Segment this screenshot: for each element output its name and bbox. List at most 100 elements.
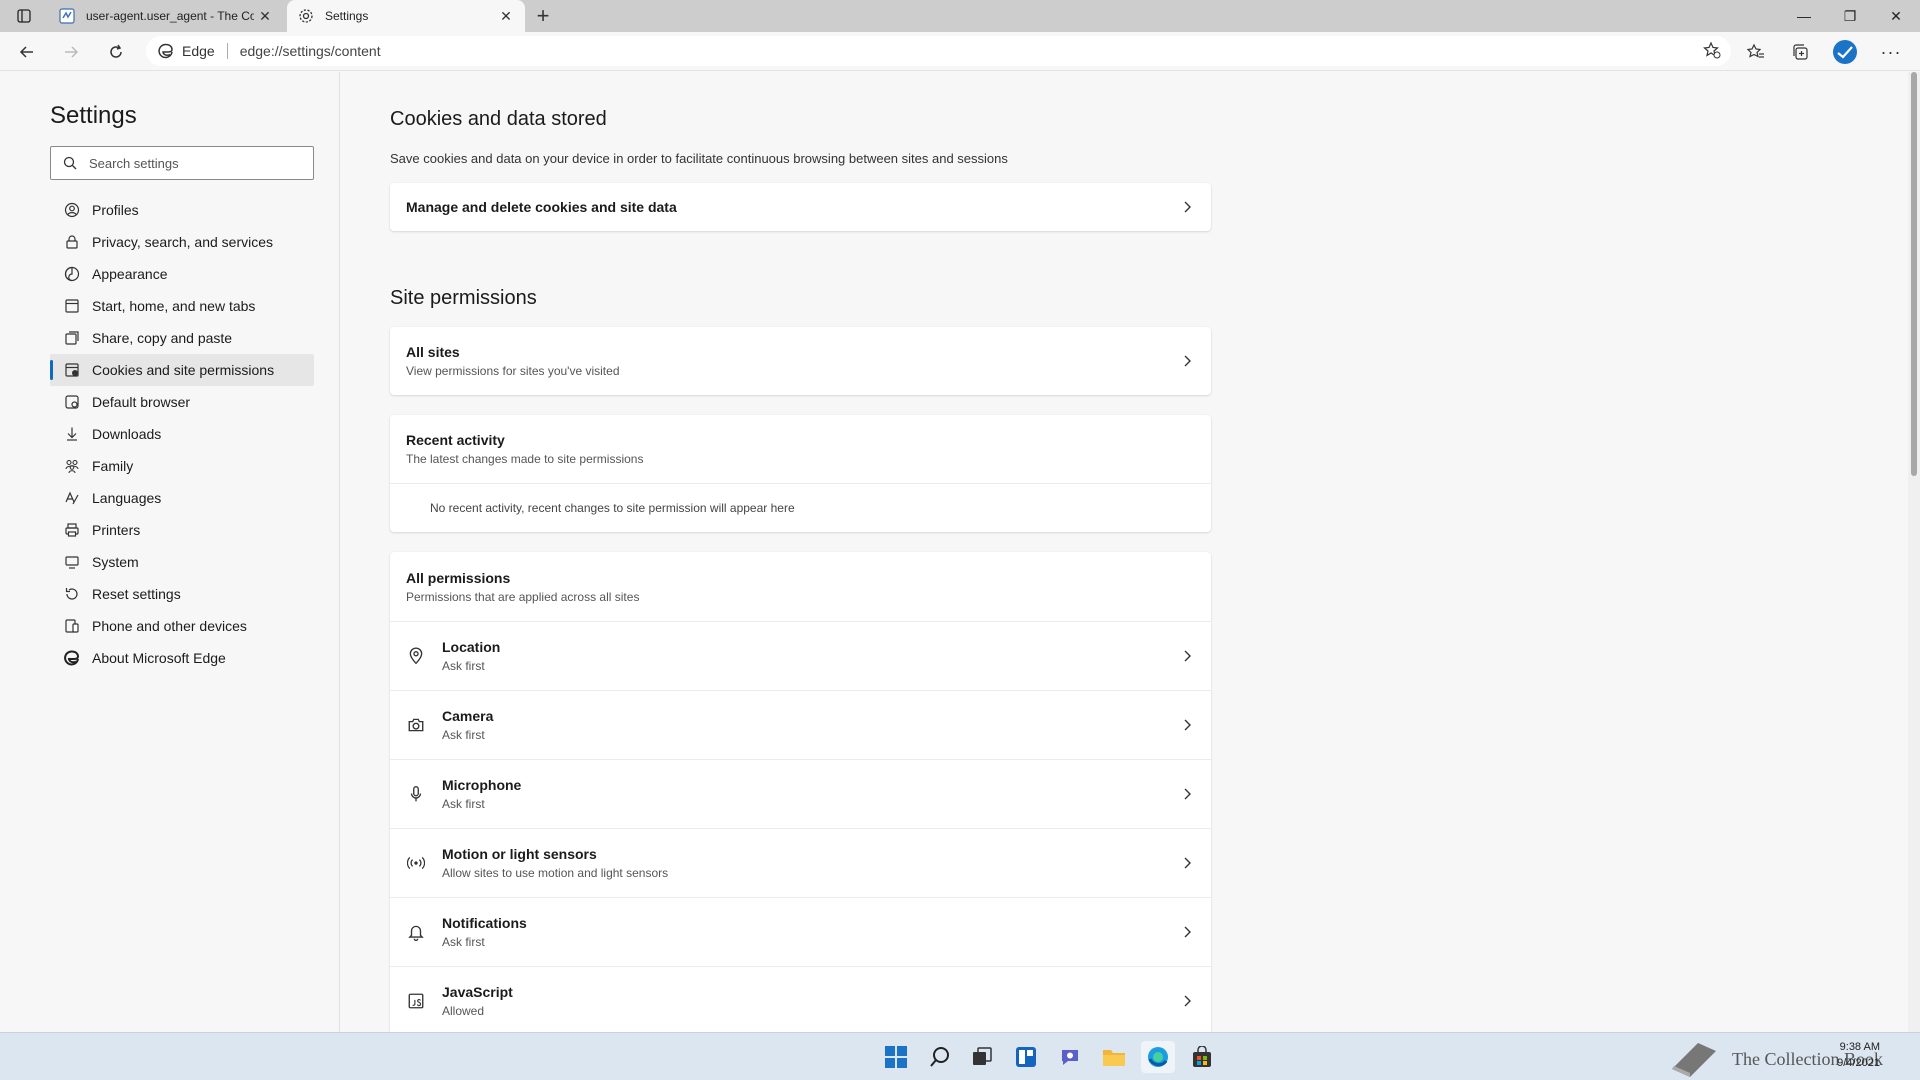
sidebar-item-downloads[interactable]: Downloads — [50, 418, 314, 450]
all-permissions-card: All permissions Permissions that are app… — [390, 552, 1211, 1032]
search-taskbar-button[interactable] — [923, 1041, 957, 1073]
camera-icon — [406, 715, 426, 735]
task-view-icon — [973, 1047, 992, 1065]
search-box[interactable] — [50, 146, 314, 180]
sidebar-item-printers[interactable]: Printers — [50, 514, 314, 546]
manage-cookies-row[interactable]: Manage and delete cookies and site data — [390, 183, 1211, 231]
recent-activity-empty-row: No recent activity, recent changes to si… — [390, 483, 1211, 532]
all-sites-card[interactable]: All sites View permissions for sites you… — [390, 327, 1211, 395]
tab-close-icon[interactable]: ✕ — [254, 5, 276, 27]
sidebar-item-appearance[interactable]: Appearance — [50, 258, 314, 290]
cookies-description: Save cookies and data on your device in … — [390, 151, 1008, 166]
permission-row-camera[interactable]: Camera Ask first — [390, 690, 1211, 759]
permission-title: Microphone — [442, 777, 522, 793]
chevron-right-icon — [1179, 199, 1195, 215]
permission-subtitle: Allow sites to use motion and light sens… — [442, 866, 669, 880]
edge-icon — [158, 43, 173, 59]
system-clock[interactable]: 9:38 AM 9/4/2021 — [1837, 1039, 1880, 1071]
tab-settings[interactable]: Settings ✕ — [287, 0, 525, 32]
manage-cookies-label: Manage and delete cookies and site data — [406, 199, 677, 215]
browser-icon — [62, 392, 82, 412]
folder-icon — [1103, 1050, 1125, 1066]
edge-icon — [62, 648, 82, 668]
all-sites-title: All sites — [406, 344, 460, 360]
share-icon — [62, 328, 82, 348]
tab-close-icon[interactable]: ✕ — [495, 5, 517, 27]
task-view-button[interactable] — [965, 1041, 999, 1073]
chevron-right-icon — [1179, 353, 1195, 369]
store-button[interactable] — [1185, 1041, 1219, 1073]
settings-sidebar: Settings Profiles Privacy, search, and se… — [0, 72, 340, 1032]
sidebar-item-phone-and-other-devices[interactable]: Phone and other devices — [50, 610, 314, 642]
system-icon — [62, 552, 82, 572]
permission-title: Camera — [442, 708, 494, 724]
minimize-button[interactable]: ― — [1781, 0, 1827, 32]
sidebar-item-privacy-search-and-services[interactable]: Privacy, search, and services — [50, 226, 314, 258]
permission-row-location[interactable]: Location Ask first — [390, 621, 1211, 690]
maximize-button[interactable]: ❐ — [1827, 0, 1873, 32]
permission-title: Location — [442, 639, 501, 655]
manage-cookies-card[interactable]: Manage and delete cookies and site data — [390, 183, 1211, 231]
gear-icon — [297, 7, 315, 25]
all-sites-row[interactable]: All sites View permissions for sites you… — [390, 327, 1211, 395]
edge-taskbar-button[interactable] — [1141, 1041, 1175, 1073]
sidebar-item-label: Share, copy and paste — [92, 330, 233, 346]
permission-row-notifications[interactable]: Notifications Ask first — [390, 897, 1211, 966]
sidebar-item-label: Appearance — [92, 266, 168, 282]
file-explorer-button[interactable] — [1097, 1041, 1131, 1073]
profile-button[interactable] — [1830, 38, 1860, 66]
recent-activity-card: Recent activity The latest changes made … — [390, 415, 1211, 532]
sidebar-item-label: Printers — [92, 522, 141, 538]
sidebar-item-label: Privacy, search, and services — [92, 234, 274, 250]
sidebar-item-system[interactable]: System — [50, 546, 314, 578]
sidebar-item-reset-settings[interactable]: Reset settings — [50, 578, 314, 610]
sidebar-item-start-home-and-new-tabs[interactable]: Start, home, and new tabs — [50, 290, 314, 322]
permission-row-microphone[interactable]: Microphone Ask first — [390, 759, 1211, 828]
add-favorite-button[interactable] — [1703, 41, 1721, 62]
tab-strip: user-agent.user_agent - The Coll ✕ Setti… — [0, 0, 1920, 32]
start-icon — [62, 296, 82, 316]
sidebar-item-default-browser[interactable]: Default browser — [50, 386, 314, 418]
favorites-button[interactable] — [1741, 38, 1771, 66]
tab-user-agent[interactable]: user-agent.user_agent - The Coll ✕ — [46, 0, 284, 32]
search-input[interactable] — [89, 155, 289, 171]
taskbar: The Collection Book 9:38 AM 9/4/2021 — [0, 1032, 1920, 1080]
back-arrow-icon — [19, 46, 33, 58]
sidebar-item-label: About Microsoft Edge — [92, 650, 226, 666]
permission-subtitle: Ask first — [442, 659, 485, 673]
chat-button[interactable] — [1053, 1041, 1087, 1073]
permission-row-motion-or-light-sensors[interactable]: Motion or light sensors Allow sites to us… — [390, 828, 1211, 897]
sidebar-item-languages[interactable]: Languages — [50, 482, 314, 514]
site-permissions-heading: Site permissions — [390, 287, 537, 309]
sidebar-item-label: Languages — [92, 490, 162, 506]
edge-badge: Edge — [146, 43, 215, 59]
new-tab-button[interactable]: + — [529, 3, 557, 28]
tab-label: Settings — [325, 9, 369, 23]
all-sites-subtitle: View permissions for sites you've visite… — [406, 364, 620, 378]
collections-button[interactable] — [1785, 38, 1815, 66]
vertical-scrollbar[interactable] — [1908, 72, 1920, 1032]
sidebar-item-about-microsoft-edge[interactable]: About Microsoft Edge — [50, 642, 314, 674]
recent-activity-header: Recent activity The latest changes made … — [390, 415, 1211, 483]
appearance-icon — [62, 264, 82, 284]
close-window-button[interactable]: ✕ — [1873, 0, 1919, 32]
sidebar-item-cookies-and-site-permissions[interactable]: Cookies and site permissions — [50, 354, 314, 386]
sidebar-item-profiles[interactable]: Profiles — [50, 194, 314, 226]
permission-row-javascript[interactable]: JavaScript Allowed — [390, 966, 1211, 1032]
widgets-button[interactable] — [1009, 1041, 1043, 1073]
more-menu-button[interactable]: ··· — [1876, 38, 1906, 66]
forward-button[interactable] — [56, 38, 86, 66]
back-button[interactable] — [12, 38, 42, 66]
page-favicon-icon — [58, 7, 76, 25]
address-bar[interactable]: Edge edge://settings/content — [146, 36, 1731, 66]
sidebar-item-share-copy-and-paste[interactable]: Share, copy and paste — [50, 322, 314, 354]
start-button[interactable] — [879, 1041, 913, 1073]
tab-actions-button[interactable] — [10, 5, 38, 27]
sidebar-item-family[interactable]: Family — [50, 450, 314, 482]
microphone-icon — [406, 784, 426, 804]
refresh-button[interactable] — [101, 38, 131, 66]
phone-icon — [62, 616, 82, 636]
url-text[interactable]: edge://settings/content — [240, 43, 381, 59]
cookies-icon — [62, 360, 82, 380]
scrollbar-thumb[interactable] — [1911, 72, 1917, 476]
